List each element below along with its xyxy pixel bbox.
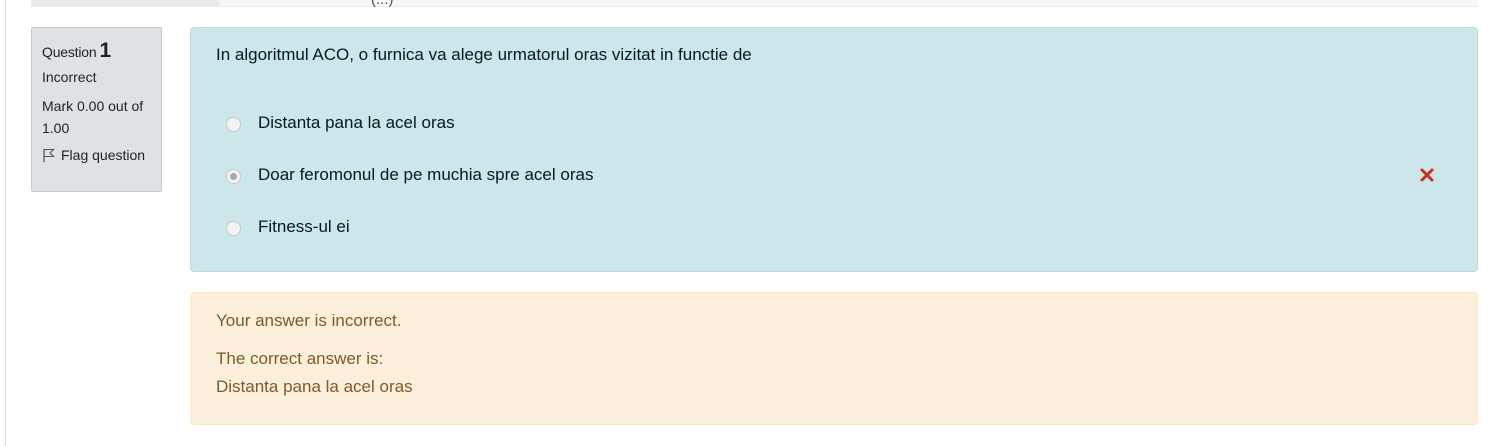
tab-stub [31,0,219,7]
answer-radio[interactable] [226,220,241,236]
question-text: In algoritmul ACO, o furnica va alege ur… [216,45,752,64]
answer-radio[interactable] [226,116,241,132]
answer-option-selected[interactable]: Doar feromonul de pe muchia spre acel or… [226,150,1466,202]
correct-answer-value: Distanta pana la acel oras [216,377,413,396]
general-feedback: Your answer is incorrect. [216,311,402,330]
question-number-line: Question 1 [42,38,151,65]
answer-option-label: Distanta pana la acel oras [258,113,455,132]
clipped-text: (...) [371,0,394,8]
answer-radio-selected[interactable] [226,168,241,184]
flag-icon [43,148,55,162]
previous-content-strip: (...) [31,0,1478,8]
question-state: Incorrect [42,69,97,85]
flag-question-button[interactable]: Flag question [42,147,151,163]
flag-question-label: Flag question [61,147,146,163]
answer-option-label: Fitness-ul ei [258,217,350,236]
incorrect-icon [1420,168,1434,187]
correct-answer-intro: The correct answer is: [216,349,384,368]
page-left-border [5,0,6,446]
question-info: Question 1 Incorrect Mark 0.00 out of 1.0… [31,27,162,192]
quiz-review-page: (...) Question1 Incorrect Mark 0.00 out … [0,0,1506,446]
question-grade: Mark 0.00 out of 1.00 [42,98,144,136]
question-number: 1 [99,39,112,62]
answer-option-label: Doar feromonul de pe muchia spre acel or… [258,165,594,184]
question-formulation: In algoritmul ACO, o furnica va alege ur… [190,27,1478,272]
answer-options: Distanta pana la acel oras Doar feromonu… [226,98,1466,254]
question-label: Question [42,44,97,60]
answer-option[interactable]: Fitness-ul ei [226,202,1466,254]
answer-option[interactable]: Distanta pana la acel oras [226,98,1466,150]
question-feedback: Your answer is incorrect. The correct an… [190,292,1478,425]
